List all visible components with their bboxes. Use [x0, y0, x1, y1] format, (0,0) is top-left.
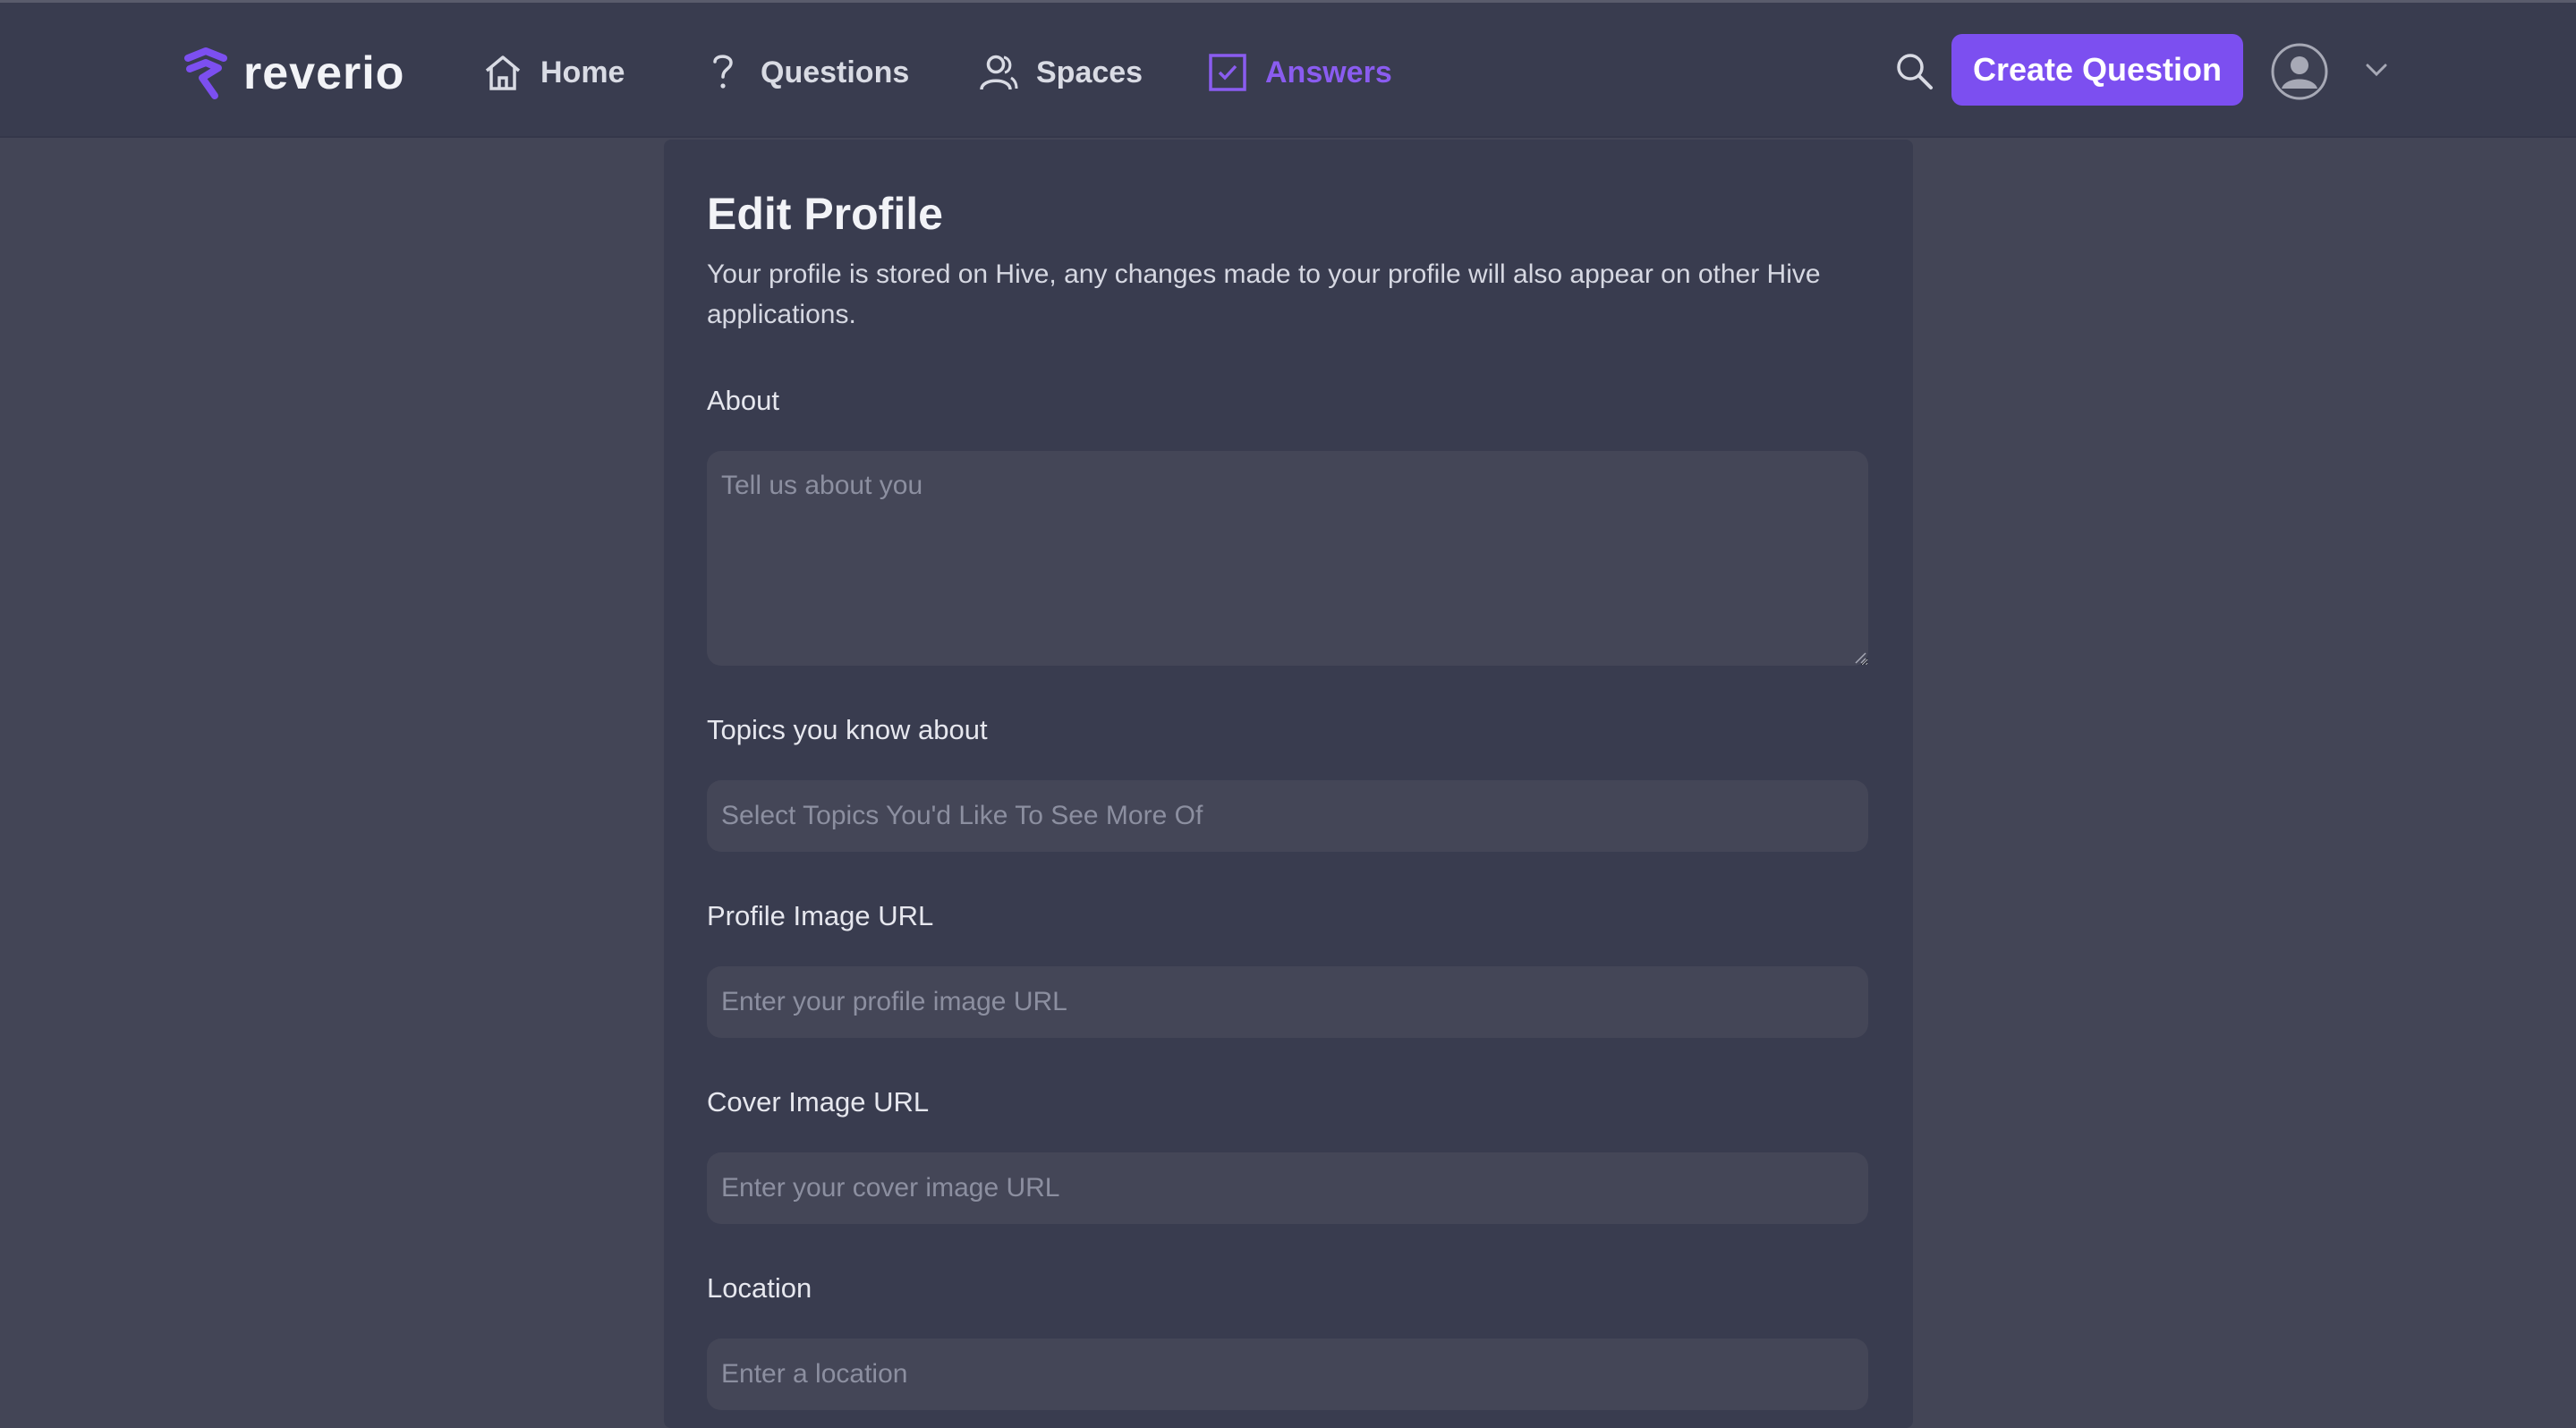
top-navbar: reverio Home Questions Spaces Answers Cr… — [0, 3, 2576, 138]
nav-spaces[interactable]: Spaces — [977, 46, 1143, 99]
nav-answers[interactable]: Answers — [1206, 46, 1392, 99]
home-icon — [485, 55, 521, 90]
nav-answers-label: Answers — [1265, 55, 1392, 89]
spaces-icon — [980, 55, 1018, 90]
nav-home-label: Home — [540, 55, 625, 89]
create-question-button[interactable]: Create Question — [1951, 34, 2243, 106]
topics-label: Topics you know about — [707, 714, 988, 745]
nav-questions-label: Questions — [761, 55, 910, 89]
checkbox-icon — [1209, 54, 1246, 91]
about-label: About — [707, 385, 780, 416]
nav-questions[interactable]: Questions — [701, 46, 909, 99]
chevron-down-icon[interactable] — [2363, 56, 2390, 83]
cover-image-url-input[interactable] — [707, 1152, 1868, 1224]
page-description: Your profile is stored on Hive, any chan… — [707, 259, 1821, 329]
question-icon — [713, 55, 733, 89]
topics-select[interactable] — [707, 780, 1868, 852]
profile-image-url-input[interactable] — [707, 966, 1868, 1038]
profile-image-label: Profile Image URL — [707, 900, 934, 931]
avatar-icon[interactable] — [2270, 42, 2329, 101]
brand-logo[interactable]: reverio — [179, 42, 404, 105]
cover-image-label: Cover Image URL — [707, 1086, 930, 1118]
search-icon[interactable] — [1893, 50, 1934, 91]
location-label: Location — [707, 1272, 812, 1304]
location-input[interactable] — [707, 1339, 1868, 1410]
reverio-logo-icon — [184, 47, 227, 99]
brand-name: reverio — [243, 47, 405, 99]
nav-spaces-label: Spaces — [1036, 55, 1143, 89]
page-title: Edit Profile — [707, 189, 943, 239]
resize-handle-icon[interactable] — [1852, 650, 1866, 664]
about-textarea[interactable] — [707, 451, 1868, 666]
nav-home[interactable]: Home — [481, 46, 625, 99]
